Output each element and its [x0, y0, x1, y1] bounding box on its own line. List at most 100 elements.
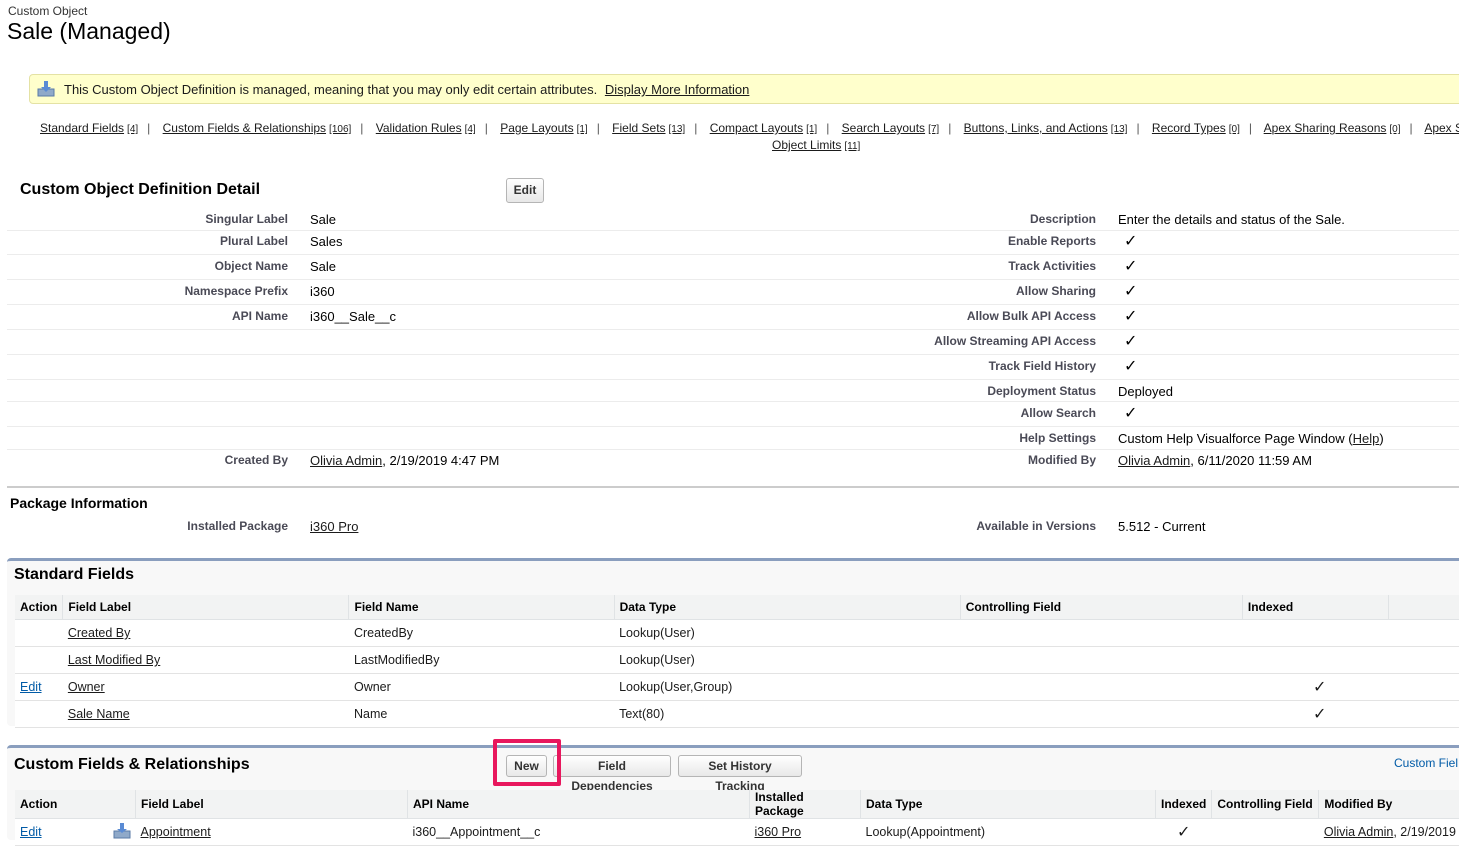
allow-streaming-check-icon: ✓ — [1124, 333, 1138, 350]
allow-bulk-check-icon: ✓ — [1124, 308, 1138, 325]
track-history-check-icon: ✓ — [1124, 358, 1138, 375]
col-data-type: Data Type — [860, 790, 1156, 819]
custom-fields-help-link[interactable]: Custom Fiel — [1394, 756, 1458, 770]
installed-package-link[interactable]: i360 Pro — [755, 825, 802, 839]
custom-fields-title: Custom Fields & Relationships — [14, 756, 250, 773]
table-row: Sale Name Name Text(80) ✓ — [15, 700, 1459, 728]
description-value: Enter the details and status of the Sale… — [1118, 212, 1345, 227]
description-label: Description — [1029, 212, 1096, 226]
allow-bulk-label: Allow Bulk API Access — [966, 309, 1096, 323]
col-action: Action — [15, 790, 136, 819]
link-field-sets[interactable]: Field Sets [13] — [612, 121, 685, 135]
standard-fields-table: Action Field Label Field Name Data Type … — [15, 595, 1459, 728]
created-by-label: Created By — [224, 453, 288, 467]
col-controlling-field: Controlling Field — [960, 595, 1243, 620]
help-settings-label: Help Settings — [1019, 431, 1096, 445]
package-divider — [7, 486, 1459, 488]
installed-package-link[interactable]: i360 Pro — [310, 519, 358, 534]
col-spacer — [1388, 595, 1459, 620]
data-type: Text(80) — [614, 700, 961, 728]
link-validation-rules[interactable]: Validation Rules [4] — [376, 121, 476, 135]
modified-by: Olivia Admin, 2/19/2019 — [1318, 818, 1459, 846]
col-action: Action — [15, 595, 64, 620]
field-label-link[interactable]: Owner — [68, 680, 105, 694]
modified-by-user-link[interactable]: Olivia Admin — [1118, 453, 1190, 468]
link-search-layouts[interactable]: Search Layouts [7] — [842, 121, 940, 135]
table-row: Last Modified By LastModifiedBy Lookup(U… — [15, 646, 1459, 674]
api-name-value: i360__Sale__c — [310, 309, 397, 324]
link-object-limits[interactable]: Object Limits [11] — [772, 138, 860, 152]
api-name: i360__Appointment__c — [407, 818, 750, 846]
edit-button[interactable]: Edit — [506, 178, 544, 203]
controlling-field — [960, 700, 1243, 728]
link-apex-sharing-reasons[interactable]: Apex Sharing Reasons [0] — [1264, 121, 1401, 135]
field-name: Owner — [348, 673, 615, 701]
link-custom-fields[interactable]: Custom Fields & Relationships [106] — [163, 121, 352, 135]
col-field-label: Field Label — [62, 595, 350, 620]
link-apex-sharing-recalc[interactable]: Apex S — [1424, 121, 1459, 135]
col-controlling-field: Controlling Field — [1211, 790, 1320, 819]
singular-label-value: Sale — [310, 212, 337, 227]
link-record-types[interactable]: Record Types [0] — [1152, 121, 1240, 135]
set-history-tracking-button[interactable]: Set History Tracking — [678, 755, 802, 793]
indexed-check-icon: ✓ — [1242, 700, 1389, 728]
indexed-check-icon: ✓ — [1242, 673, 1389, 701]
deployment-status-label: Deployment Status — [987, 384, 1096, 398]
object-name-label: Object Name — [214, 259, 288, 273]
field-label-link[interactable]: Sale Name — [68, 707, 130, 721]
help-settings-value: Custom Help Visualforce Page Window (Hel… — [1118, 431, 1384, 446]
track-activities-check-icon: ✓ — [1124, 258, 1138, 275]
field-label-link[interactable]: Appointment — [141, 825, 211, 839]
link-compact-layouts[interactable]: Compact Layouts [1] — [710, 121, 818, 135]
table-row: Created By CreatedBy Lookup(User) — [15, 619, 1459, 647]
api-name-label: API Name — [231, 309, 288, 323]
controlling-field — [960, 619, 1243, 647]
col-indexed: Indexed — [1155, 790, 1213, 819]
col-indexed: Indexed — [1242, 595, 1389, 620]
namespace-prefix-value: i360 — [310, 284, 335, 299]
modified-by-user-link[interactable]: Olivia Admin — [1324, 825, 1393, 839]
plural-label-label: Plural Label — [219, 234, 288, 248]
field-name: LastModifiedBy — [348, 646, 615, 674]
row-edit-link[interactable]: Edit — [20, 825, 42, 839]
controlling-field — [960, 673, 1243, 701]
deployment-status-value: Deployed — [1118, 384, 1173, 399]
managed-message-text: This Custom Object Definition is managed… — [64, 82, 598, 97]
link-page-layouts[interactable]: Page Layouts [1] — [500, 121, 588, 135]
related-list-links: Standard Fields [4] | Custom Fields & Rela… — [40, 121, 1459, 135]
enable-reports-label: Enable Reports — [1007, 234, 1096, 248]
field-label-link[interactable]: Created By — [68, 626, 131, 640]
display-more-info-link[interactable]: Display More Information — [605, 82, 750, 97]
indexed-check-icon — [1242, 619, 1389, 647]
col-field-name: Field Name — [348, 595, 615, 620]
enable-reports-check-icon: ✓ — [1124, 233, 1138, 250]
page-title: Sale (Managed) — [7, 18, 171, 44]
standard-fields-title: Standard Fields — [14, 566, 135, 583]
col-modified-by: Modified By — [1318, 790, 1459, 819]
link-standard-fields[interactable]: Standard Fields [4] — [40, 121, 138, 135]
allow-sharing-label: Allow Sharing — [1015, 284, 1096, 298]
allow-streaming-label: Allow Streaming API Access — [934, 334, 1096, 348]
col-field-label: Field Label — [135, 790, 408, 819]
installed-package-label: Installed Package — [187, 519, 288, 533]
row-edit-link[interactable]: Edit — [20, 680, 42, 694]
col-installed-package: Installed Package — [749, 790, 861, 819]
link-buttons-links-actions[interactable]: Buttons, Links, and Actions [13] — [964, 121, 1128, 135]
related-list-links-row2: Object Limits [11] — [772, 138, 860, 152]
indexed-check-icon: ✓ — [1155, 818, 1212, 846]
object-type-label: Custom Object — [8, 4, 88, 18]
created-by-user-link[interactable]: Olivia Admin — [310, 453, 382, 468]
data-type: Lookup(User) — [614, 619, 961, 647]
field-dependencies-button[interactable]: Field Dependencies — [553, 755, 671, 793]
available-versions-value: 5.512 - Current — [1118, 519, 1206, 534]
managed-package-icon — [113, 823, 131, 839]
created-by-value: Olivia Admin, 2/19/2019 4:47 PM — [310, 453, 500, 468]
col-data-type: Data Type — [614, 595, 961, 620]
help-link[interactable]: Help — [1353, 431, 1380, 446]
field-label-link[interactable]: Last Modified By — [68, 653, 160, 667]
controlling-field — [960, 646, 1243, 674]
new-button-highlight — [493, 739, 561, 786]
table-header-row: Action Field Label API Name Installed Pa… — [15, 790, 1459, 819]
data-type: Lookup(Appointment) — [860, 818, 1156, 846]
field-name: Name — [348, 700, 615, 728]
